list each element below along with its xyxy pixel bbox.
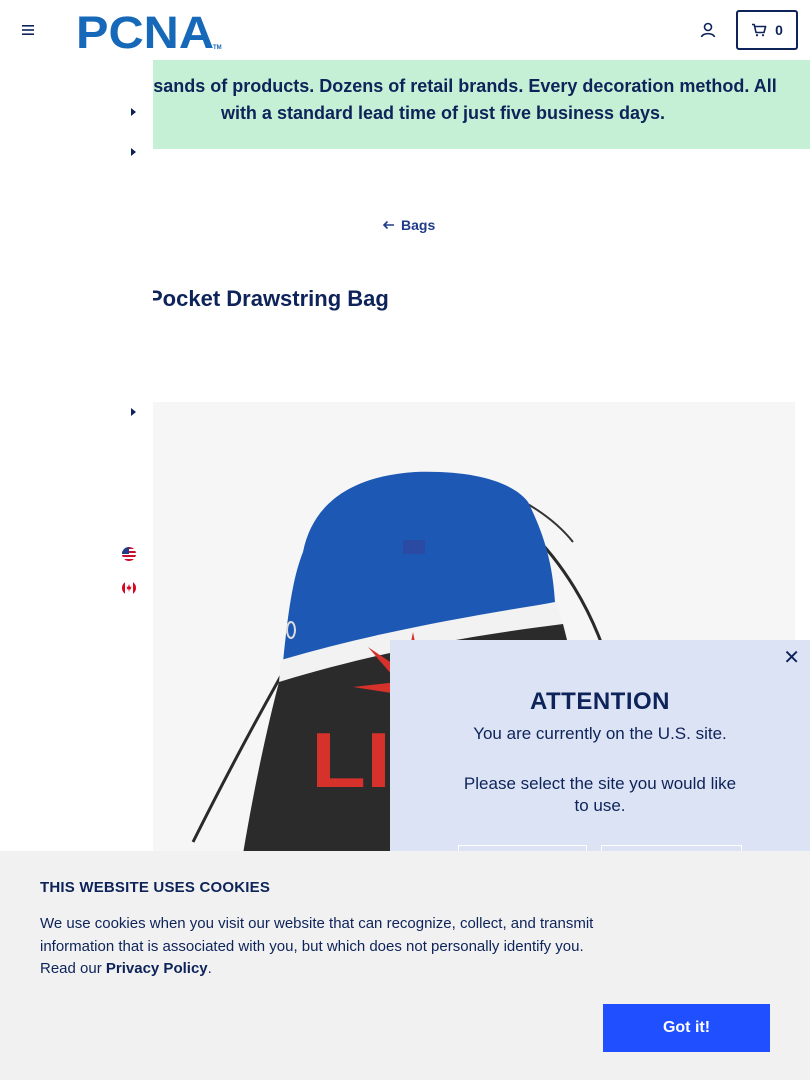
product-title: Pocket Drawstring Bag [148, 286, 389, 311]
chevron-right-icon[interactable] [128, 147, 138, 157]
promo-banner-text: Thousands of products. Dozens of retail … [109, 76, 777, 123]
pcna-logo[interactable]: PCNA TM [76, 10, 224, 52]
cart-button[interactable]: 0 [736, 10, 798, 50]
cart-count: 0 [775, 22, 783, 38]
close-icon[interactable]: ✕ [783, 648, 800, 668]
cookie-banner-title: THIS WEBSITE USES COOKIES [40, 879, 271, 896]
cookie-banner-text: We use cookies when you visit our websit… [40, 913, 605, 981]
back-to-bags-link[interactable]: Bags [382, 217, 435, 233]
account-icon[interactable] [699, 21, 717, 39]
privacy-policy-link[interactable]: Privacy Policy [106, 960, 208, 977]
logo-trademark: TM [213, 45, 222, 51]
page: Thousands of products. Dozens of retail … [0, 0, 810, 1080]
promo-banner: Thousands of products. Dozens of retail … [109, 60, 810, 149]
chevron-right-icon[interactable] [128, 407, 138, 417]
canada-flag-icon[interactable] [120, 581, 138, 595]
chevron-right-icon[interactable] [128, 107, 138, 117]
us-flag-icon[interactable] [120, 547, 138, 561]
logo-text: PCNA [76, 10, 214, 52]
modal-title: ATTENTION [529, 688, 671, 715]
arrow-left-icon [382, 220, 394, 230]
menu-icon[interactable] [20, 22, 36, 38]
back-link-label: Bags [401, 217, 436, 233]
site-header: PCNA TM 0 [0, 0, 810, 60]
accept-cookies-button[interactable]: Got it! [603, 1004, 770, 1052]
modal-current-site-text: You are currently on the U.S. site. [473, 724, 727, 743]
cart-icon [752, 23, 767, 37]
cookie-message-end: . [207, 960, 212, 977]
cookie-banner: THIS WEBSITE USES COOKIES We use cookies… [0, 851, 810, 1080]
modal-select-site-text: Please select the site you would like to… [463, 774, 737, 815]
